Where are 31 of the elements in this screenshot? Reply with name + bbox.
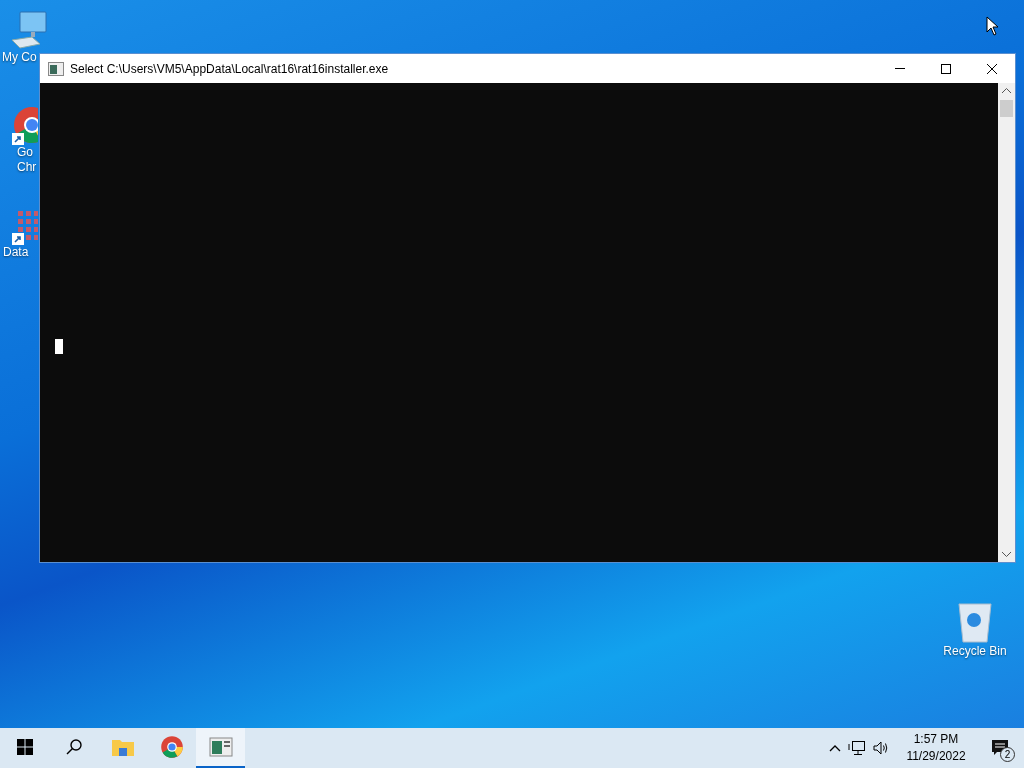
- desktop-icon-label[interactable]: Chr: [17, 160, 37, 175]
- mouse-pointer-icon: [986, 16, 999, 36]
- search-icon: [64, 738, 83, 756]
- computer-icon: [10, 10, 50, 50]
- desktop-icon[interactable]: [10, 10, 50, 50]
- close-icon: [987, 63, 997, 74]
- chevron-up-icon[interactable]: [828, 743, 842, 753]
- speaker-icon[interactable]: [872, 740, 890, 756]
- desktop-icon-label[interactable]: Recycle Bin: [943, 644, 1007, 659]
- network-icon[interactable]: [848, 740, 866, 756]
- desktop-icon-label[interactable]: Data: [3, 245, 29, 260]
- notifications-button[interactable]: 2: [978, 728, 1022, 768]
- chrome-icon: [159, 735, 184, 759]
- clock-date[interactable]: 11/29/2022: [906, 748, 966, 765]
- desktop-icon[interactable]: [955, 600, 995, 644]
- console-window-icon: [208, 737, 233, 757]
- maximize-icon: [941, 63, 951, 74]
- minimize-icon: [895, 68, 905, 69]
- desktop-icon-label[interactable]: Go: [17, 145, 33, 160]
- shortcut-arrow-icon: [12, 233, 24, 245]
- shortcut-arrow-icon: [12, 133, 24, 145]
- clock-time[interactable]: 1:57 PM: [913, 731, 959, 748]
- notification-count: 2: [1000, 747, 1015, 762]
- window-title: Select C:\Users\VM5\AppData\Local\rat16\rat16installer.exe: [70, 60, 389, 78]
- recycle-bin-icon: [955, 600, 995, 644]
- console-window-icon: [48, 61, 64, 76]
- text-cursor: [55, 339, 63, 354]
- scrollbar-thumb[interactable]: [1000, 100, 1013, 117]
- folder-icon: [110, 737, 135, 757]
- desktop-icon-label[interactable]: My Co: [2, 50, 37, 65]
- windows-start-icon: [16, 739, 33, 755]
